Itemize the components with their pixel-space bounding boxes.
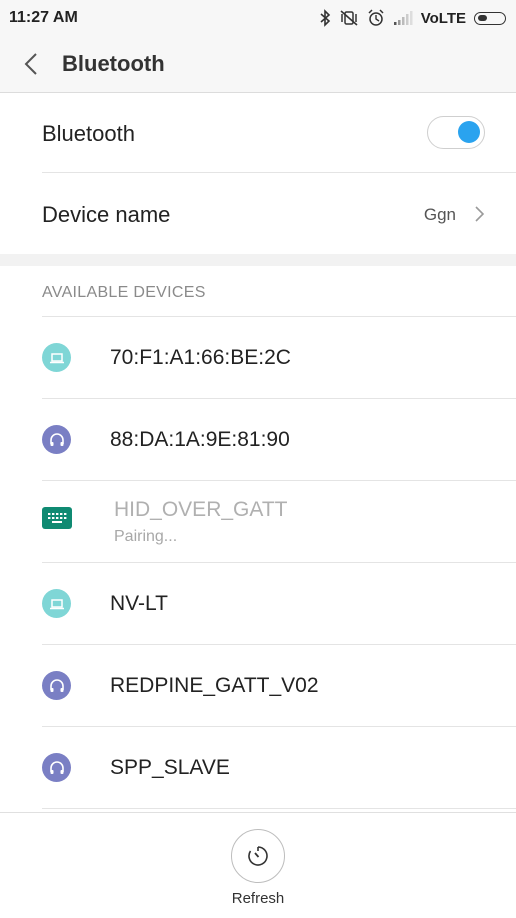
keyboard-icon — [42, 507, 72, 529]
list-item[interactable]: REDPINE_GATT_V02 — [0, 645, 516, 726]
bluetooth-toggle[interactable] — [427, 116, 485, 149]
laptop-icon — [42, 589, 71, 618]
refresh-label: Refresh — [231, 890, 285, 907]
status-time: 11:27 AM — [9, 9, 78, 26]
network-type: VoLTE — [420, 9, 466, 27]
device-name: HID_OVER_GATT — [114, 498, 288, 521]
app-header: Bluetooth — [0, 36, 516, 93]
battery-icon — [474, 11, 506, 25]
pairing-status: Pairing... — [114, 528, 178, 545]
page-title: Bluetooth — [62, 51, 165, 76]
device-name: 88:DA:1A:9E:81:90 — [110, 428, 290, 451]
headphones-icon — [42, 425, 71, 454]
refresh-timer-icon — [248, 846, 268, 866]
list-item[interactable]: 70:F1:A1:66:BE:2C — [0, 317, 516, 398]
laptop-icon — [42, 343, 71, 372]
bottom-action-bar: Refresh — [0, 812, 516, 918]
signal-icon — [393, 11, 413, 25]
list-item[interactable]: SPP_SLAVE — [0, 727, 516, 808]
toggle-knob — [458, 121, 480, 143]
device-name-row[interactable]: Device name Ggn — [0, 173, 516, 253]
device-name-label: Device name — [42, 202, 171, 227]
available-devices-header: AVAILABLE DEVICES — [42, 284, 206, 301]
chevron-right-icon — [475, 206, 485, 222]
bluetooth-icon — [320, 9, 330, 27]
status-bar: 11:27 AM VoLTE — [0, 0, 516, 36]
headphones-icon — [42, 753, 71, 782]
divider — [42, 808, 516, 809]
device-name-value: Ggn — [423, 205, 456, 224]
device-name: SPP_SLAVE — [110, 756, 230, 779]
headphones-icon — [42, 671, 71, 700]
chevron-left-icon[interactable] — [18, 50, 46, 78]
section-gap — [0, 254, 516, 266]
device-name: NV-LT — [110, 592, 168, 615]
list-item[interactable]: 88:DA:1A:9E:81:90 — [0, 399, 516, 480]
status-icons: VoLTE — [311, 6, 506, 30]
list-item[interactable]: NV-LT — [0, 563, 516, 644]
alarm-icon — [368, 9, 384, 26]
device-name: 70:F1:A1:66:BE:2C — [110, 346, 291, 369]
bluetooth-label: Bluetooth — [42, 121, 135, 146]
list-item[interactable]: HID_OVER_GATT Pairing... — [0, 481, 516, 562]
refresh-button[interactable] — [231, 829, 285, 883]
mute-vibrate-icon — [340, 10, 358, 26]
device-name: REDPINE_GATT_V02 — [110, 674, 319, 697]
